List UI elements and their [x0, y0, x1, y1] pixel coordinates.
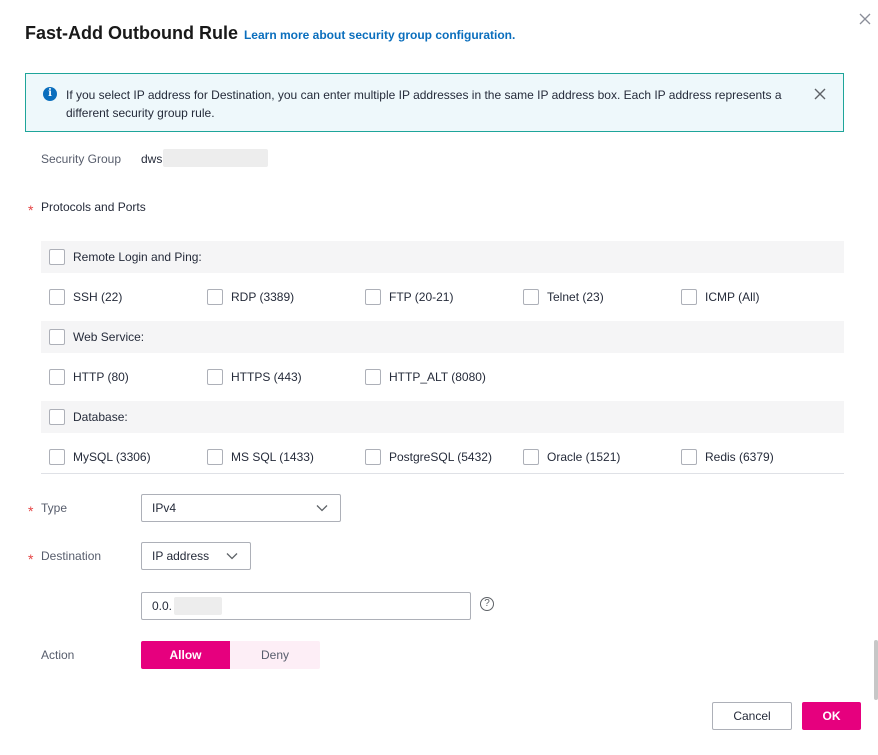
type-select-value: IPv4 — [152, 501, 177, 515]
group-items: HTTP (80) HTTPS (443) HTTP_ALT (8080) — [41, 353, 844, 401]
port-option[interactable]: PostgreSQL (5432) — [365, 449, 523, 465]
alert-text: If you select IP address for Destination… — [66, 88, 782, 120]
type-select[interactable]: IPv4 — [141, 494, 341, 522]
port-option[interactable]: Telnet (23) — [523, 289, 681, 305]
required-mark: * — [28, 551, 34, 567]
divider — [41, 473, 844, 474]
port-label: PostgreSQL (5432) — [389, 450, 492, 464]
port-label: Oracle (1521) — [547, 450, 621, 464]
group-database: Database: — [41, 401, 844, 433]
masked-text — [163, 149, 268, 167]
info-icon: i — [43, 87, 57, 101]
chevron-down-icon — [316, 505, 328, 512]
destination-select-value: IP address — [152, 549, 210, 563]
port-option[interactable]: FTP (20-21) — [365, 289, 523, 305]
port-checkbox[interactable] — [49, 449, 65, 465]
port-label: MySQL (3306) — [73, 450, 151, 464]
port-checkbox[interactable] — [523, 289, 539, 305]
alert-close-icon[interactable] — [813, 87, 827, 101]
destination-label: Destination — [41, 549, 102, 563]
group-items: SSH (22) RDP (3389) FTP (20-21) Telnet (… — [41, 273, 844, 321]
security-group-label: Security Group — [41, 152, 122, 166]
group-web-service: Web Service: — [41, 321, 844, 353]
protocol-port-list: Remote Login and Ping: SSH (22) RDP (338… — [41, 241, 844, 481]
port-option[interactable]: MS SQL (1433) — [207, 449, 365, 465]
group-checkbox[interactable] — [49, 409, 65, 425]
group-remote-login: Remote Login and Ping: — [41, 241, 844, 273]
port-label: FTP (20-21) — [389, 290, 454, 304]
group-label: Database: — [73, 410, 128, 424]
port-option[interactable]: HTTP_ALT (8080) — [365, 369, 523, 385]
port-label: MS SQL (1433) — [231, 450, 314, 464]
ok-button[interactable]: OK — [802, 702, 861, 730]
port-checkbox[interactable] — [365, 449, 381, 465]
destination-select[interactable]: IP address — [141, 542, 251, 570]
info-alert: i If you select IP address for Destinati… — [25, 73, 844, 132]
port-checkbox[interactable] — [207, 289, 223, 305]
port-label: RDP (3389) — [231, 290, 295, 304]
required-mark: * — [28, 503, 34, 519]
dialog-header: Fast-Add Outbound Rule Learn more about … — [25, 23, 515, 44]
cancel-button[interactable]: Cancel — [712, 702, 792, 730]
port-checkbox[interactable] — [523, 449, 539, 465]
port-label: HTTP_ALT (8080) — [389, 370, 486, 384]
port-option[interactable]: ICMP (All) — [681, 289, 839, 305]
port-checkbox[interactable] — [681, 289, 697, 305]
port-checkbox[interactable] — [207, 369, 223, 385]
port-checkbox[interactable] — [681, 449, 697, 465]
learn-more-link[interactable]: Learn more about security group configur… — [244, 28, 515, 42]
required-mark: * — [28, 202, 34, 218]
port-option[interactable]: HTTPS (443) — [207, 369, 365, 385]
port-checkbox[interactable] — [49, 289, 65, 305]
masked-text — [174, 597, 222, 615]
action-deny-button[interactable]: Deny — [230, 641, 320, 669]
port-option[interactable]: MySQL (3306) — [49, 449, 207, 465]
port-option[interactable]: HTTP (80) — [49, 369, 207, 385]
port-option[interactable]: Redis (6379) — [681, 449, 839, 465]
chevron-down-icon — [226, 553, 238, 560]
port-label: Telnet (23) — [547, 290, 604, 304]
port-option[interactable]: Oracle (1521) — [523, 449, 681, 465]
scrollbar[interactable] — [874, 640, 878, 700]
port-checkbox[interactable] — [49, 369, 65, 385]
port-label: Redis (6379) — [705, 450, 774, 464]
port-label: HTTP (80) — [73, 370, 129, 384]
port-checkbox[interactable] — [207, 449, 223, 465]
help-icon[interactable]: ? — [480, 597, 494, 611]
dialog-title: Fast-Add Outbound Rule — [25, 23, 238, 43]
action-label: Action — [41, 648, 75, 662]
port-checkbox[interactable] — [365, 369, 381, 385]
group-checkbox[interactable] — [49, 329, 65, 345]
protocols-label: Protocols and Ports — [41, 200, 146, 214]
port-option[interactable]: RDP (3389) — [207, 289, 365, 305]
group-checkbox[interactable] — [49, 249, 65, 265]
group-label: Web Service: — [73, 330, 145, 344]
ip-address-value: 0.0. — [152, 599, 173, 613]
port-label: SSH (22) — [73, 290, 123, 304]
type-label: Type — [41, 501, 68, 515]
port-label: HTTPS (443) — [231, 370, 302, 384]
port-checkbox[interactable] — [365, 289, 381, 305]
port-option[interactable]: SSH (22) — [49, 289, 207, 305]
port-label: ICMP (All) — [705, 290, 760, 304]
dialog-close-icon[interactable] — [856, 10, 874, 28]
group-label: Remote Login and Ping: — [73, 250, 202, 264]
action-allow-button[interactable]: Allow — [141, 641, 230, 669]
security-group-value: dws — [141, 152, 163, 166]
